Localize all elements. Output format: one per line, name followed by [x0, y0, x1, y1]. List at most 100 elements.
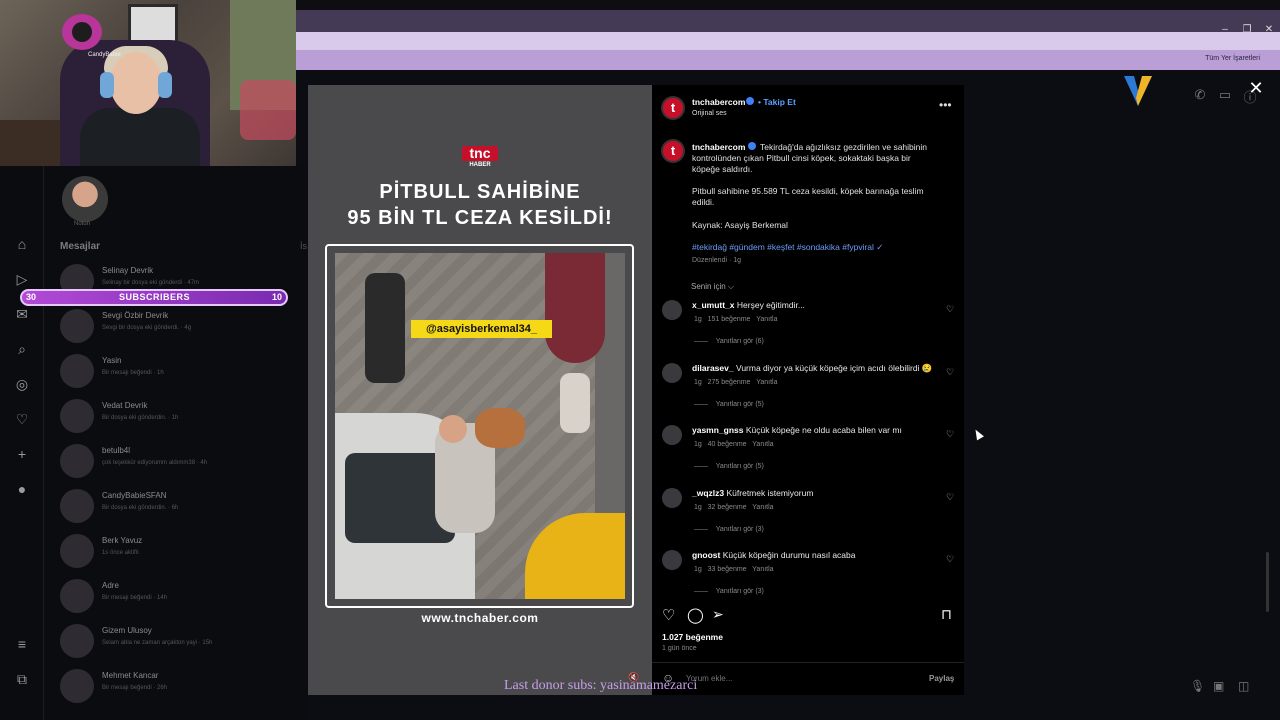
dm-preview: 1s önce aktifti	[102, 550, 139, 556]
comment-likes[interactable]: 275 beğenme	[708, 379, 751, 386]
explore-icon[interactable]: ◎	[14, 376, 30, 392]
dm-conversation-row[interactable]: Yasin Bir mesajı beğendi · 1h	[58, 352, 308, 392]
cam-streamer-face	[110, 52, 162, 114]
reply-button[interactable]: Yanıtla	[756, 316, 777, 323]
dm-avatar	[60, 489, 94, 523]
reply-button[interactable]: Yanıtla	[756, 379, 777, 386]
comment-likes[interactable]: 151 beğenme	[708, 316, 751, 323]
view-replies-button[interactable]: —— Yanıtları gör (3)	[694, 588, 764, 595]
tnc-logo: tnc	[462, 146, 498, 161]
dm-conversation-row[interactable]: CandyBabieSFAN Bir dosya eki gönderdin. ·…	[58, 487, 308, 527]
caption-line2: kontrolünden çıkan Pitbull cinsi köpek, …	[692, 153, 911, 163]
reply-button[interactable]: Yanıtla	[752, 441, 773, 448]
comment-icon[interactable]: ◯	[687, 606, 704, 624]
comment-like-icon[interactable]: ♡	[946, 492, 954, 503]
caption-line3: köpeğe saldırdı.	[692, 164, 753, 174]
messenger-icon[interactable]: ✉	[14, 306, 30, 322]
note-label[interactable]: Notun	[74, 221, 90, 227]
profile-avatar-icon[interactable]: ●	[14, 481, 30, 497]
commenter-avatar[interactable]	[662, 425, 682, 445]
dm-name: Sevgi Özbir Devrik	[102, 311, 169, 320]
scrollbar[interactable]	[1266, 552, 1269, 612]
sticker-icon[interactable]: ◫	[1238, 679, 1252, 693]
verified-badge-icon	[746, 97, 754, 105]
reply-button[interactable]: Yanıtla	[752, 504, 773, 511]
commenter-username[interactable]: gnoost	[692, 550, 720, 560]
audio-label[interactable]: Orijinal ses	[692, 110, 727, 117]
commenter-username[interactable]: x_umutt_x	[692, 300, 735, 310]
comment-meta: 1g 151 beğenme Yanıtla	[694, 316, 777, 323]
commenter-username[interactable]: yasmn_gnss	[692, 425, 744, 435]
own-avatar[interactable]	[62, 176, 108, 222]
cam-decor	[240, 80, 296, 140]
view-replies-button[interactable]: —— Yanıtları gör (6)	[694, 338, 764, 345]
dm-conversation-row[interactable]: Gizem Ulusoy Selam abla ne zaman arçakton…	[58, 622, 308, 662]
caption-hashtags[interactable]: #tekirdağ #gündem #keşfet #sondakika #fy…	[692, 242, 883, 253]
microphone-icon[interactable]: 🎙	[1190, 679, 1205, 693]
commenter-avatar[interactable]	[662, 363, 682, 383]
commenter-username[interactable]: dilarasev_	[692, 363, 734, 373]
view-replies-button[interactable]: —— Yanıtları gör (5)	[694, 401, 764, 408]
comment-likes[interactable]: 40 beğenme	[708, 441, 747, 448]
comment-text: gnoost Küçük köpeğin durumu nasıl acaba	[692, 550, 855, 560]
tnc-logo-sub: HABER	[469, 162, 491, 168]
caption-username[interactable]: tnchabercom	[692, 142, 745, 152]
comment-likes[interactable]: 33 beğenme	[708, 566, 747, 573]
gallery-icon[interactable]: ▣	[1213, 679, 1227, 693]
comment-like-icon[interactable]: ♡	[946, 304, 954, 315]
comment-like-icon[interactable]: ♡	[946, 367, 954, 378]
view-replies-button[interactable]: —— Yanıtları gör (3)	[694, 526, 764, 533]
follow-button[interactable]: • Takip Et	[758, 97, 796, 107]
window-top-strip	[296, 0, 1280, 10]
video-call-icon[interactable]: ▭	[1217, 87, 1233, 103]
all-bookmarks-link[interactable]: Tüm Yer İşaretleri	[1205, 55, 1260, 62]
home-icon[interactable]: ⌂	[14, 236, 30, 252]
address-bar[interactable]: ⧉ ⌕ ☆ ✱ ● ⋮	[296, 32, 1280, 78]
share-icon[interactable]: ➢	[712, 606, 724, 623]
comment-body: Herşey eğitimdir...	[736, 300, 805, 310]
commenter-username[interactable]: _wqzlz3	[692, 488, 724, 498]
author-username[interactable]: tnchabercom	[692, 97, 745, 107]
nav-rail: ⌂ ▷ ✉ ⌕ ◎ ♡ + ● ≡ ⧉	[0, 166, 44, 720]
save-icon[interactable]: ⊓	[941, 606, 952, 623]
comment-like-icon[interactable]: ♡	[946, 429, 954, 440]
author-avatar[interactable]: t	[661, 96, 685, 120]
comment-sort-dropdown[interactable]: Senin için ⌵	[691, 282, 734, 292]
heart-icon[interactable]: ♡	[14, 411, 30, 427]
reply-button[interactable]: Yanıtla	[752, 566, 773, 573]
comment-like-icon[interactable]: ♡	[946, 554, 954, 565]
commenter-avatar[interactable]	[662, 300, 682, 320]
comment-likes[interactable]: 32 beğenme	[708, 504, 747, 511]
commenter-avatar[interactable]	[662, 488, 682, 508]
commenter-avatar[interactable]	[662, 550, 682, 570]
threads-icon[interactable]: ⧉	[14, 671, 30, 687]
dm-conversation-row[interactable]: Vedat Devrik Bir dosya eki gönderdin. · 1…	[58, 397, 308, 437]
post-date: 1 gün önce	[662, 645, 697, 652]
create-icon[interactable]: +	[14, 446, 30, 462]
comment-time: 1g	[694, 379, 702, 386]
dm-conversation-row[interactable]: betulb4l çok teşekkür ediyorumm aldımm38 …	[58, 442, 308, 482]
like-count[interactable]: 1.027 beğenme	[662, 632, 723, 642]
dm-avatar	[60, 444, 94, 478]
dm-conversation-row[interactable]: Adre Bir mesajı beğendi · 14h	[58, 577, 308, 617]
close-post-icon[interactable]: ✕	[1246, 78, 1266, 98]
reels-icon[interactable]: ▷	[14, 271, 30, 287]
dm-avatar	[60, 669, 94, 703]
cam-tag: CandyBabie	[88, 52, 121, 58]
phone-icon[interactable]: ✆	[1192, 87, 1208, 103]
search-icon[interactable]: ⌕	[14, 341, 30, 357]
more-options-icon[interactable]: •••	[939, 98, 952, 112]
requests-link[interactable]: İs	[300, 241, 307, 251]
dm-conversation-row[interactable]: Mehmet Kancar Bir mesajı beğendi · 26h	[58, 667, 308, 707]
comment-input[interactable]	[686, 674, 906, 683]
dm-conversation-row[interactable]: Berk Yavuz 1s önce aktifti	[58, 532, 308, 572]
edited-label: Düzenlendi · 1g	[692, 257, 742, 264]
like-icon[interactable]: ♡	[662, 606, 675, 624]
subscriber-goal: 10	[272, 292, 283, 302]
dm-conversation-row[interactable]: Sevgi Özbir Devrik Sevgi bir dosya eki gö…	[58, 307, 308, 347]
subscriber-label: SUBSCRIBERS	[119, 292, 191, 302]
hamburger-menu-icon[interactable]: ≡	[14, 636, 30, 652]
view-replies-button[interactable]: —— Yanıtları gör (5)	[694, 463, 764, 470]
caption-avatar[interactable]: t	[661, 139, 685, 163]
post-comment-button[interactable]: Paylaş	[929, 674, 954, 683]
